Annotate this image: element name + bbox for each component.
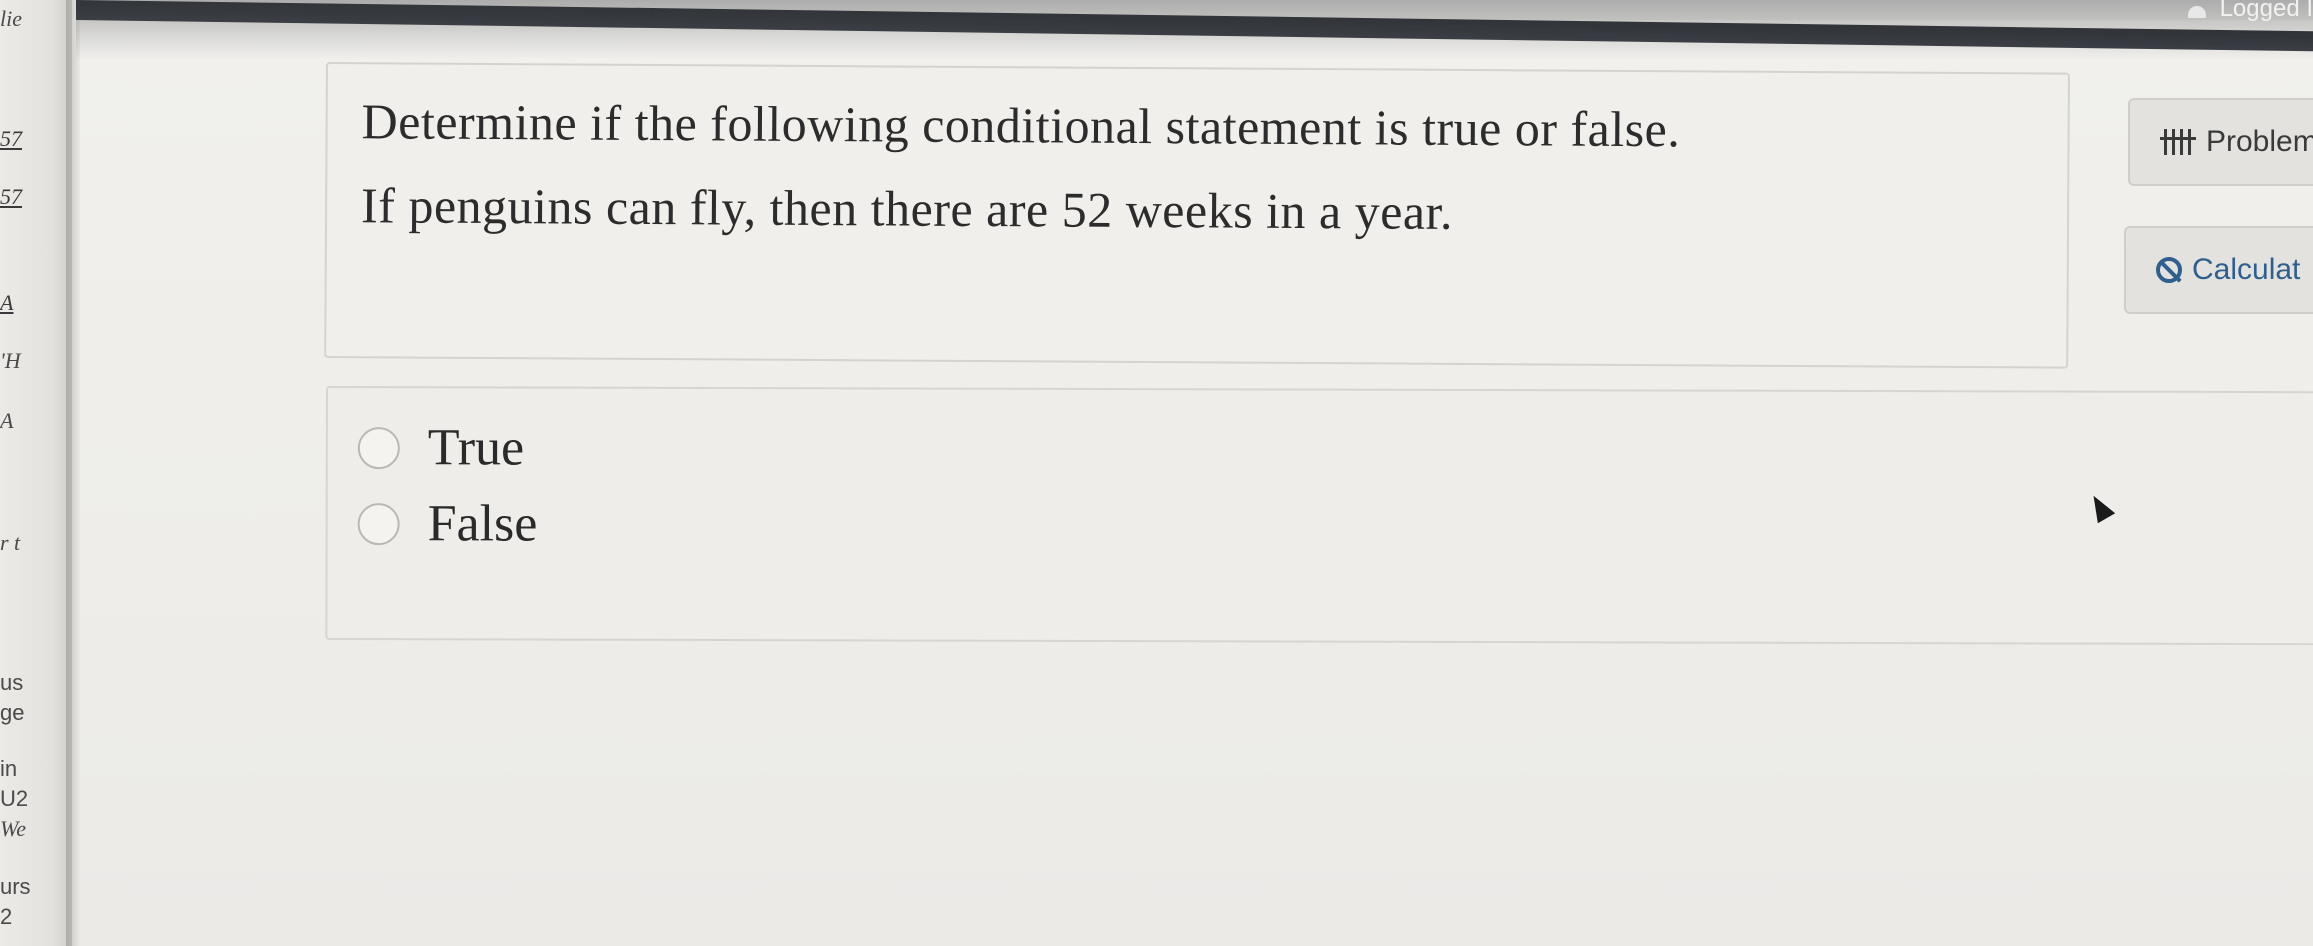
sidebar-fragment: r t	[0, 530, 21, 555]
user-icon	[2184, 0, 2210, 18]
answer-option-label: False	[427, 495, 538, 553]
ban-icon	[2156, 257, 2182, 283]
calculator-button[interactable]: Calculat	[2124, 226, 2313, 314]
sidebar-fragment: in	[0, 756, 18, 781]
sidebar-fragment: U2	[0, 786, 29, 811]
logged-in-label: Logged I	[2219, 0, 2313, 22]
problem-button[interactable]: Problem	[2128, 98, 2313, 186]
problem-button-label: Problem	[2206, 125, 2313, 158]
sidebar-link[interactable]: 57	[0, 184, 22, 210]
tally-icon	[2160, 129, 2196, 155]
sidebar-fragment: 2	[0, 904, 13, 929]
answer-option-label: True	[427, 419, 525, 477]
sidebar-shadow	[66, 0, 80, 946]
radio-button[interactable]	[357, 426, 400, 469]
sidebar-fragment: ge	[0, 700, 25, 725]
question-prompt: Determine if the following conditional s…	[361, 93, 1681, 158]
question-panel: Determine if the following conditional s…	[324, 62, 2070, 369]
left-sidebar: lie 57 57 A 'H A r t us ge in U2 We urs …	[0, 0, 72, 946]
sidebar-fragment: us	[0, 670, 24, 695]
sidebar-fragment: lie	[0, 6, 22, 31]
calculator-button-label: Calculat	[2192, 253, 2301, 286]
question-statement: If penguins can fly, then there are 52 w…	[360, 177, 1454, 240]
sidebar-fragment: We	[0, 816, 27, 841]
sidebar-link[interactable]: 57	[0, 126, 22, 152]
sidebar-fragment: 'H	[0, 348, 21, 373]
radio-button[interactable]	[357, 502, 400, 545]
answer-panel: True False	[325, 386, 2313, 646]
sidebar-link[interactable]: A	[0, 290, 13, 316]
logged-in-indicator[interactable]: Logged I	[2184, 0, 2313, 24]
sidebar-fragment: A	[0, 408, 14, 433]
answer-option-true[interactable]: True	[357, 418, 525, 477]
sidebar-fragment: urs	[0, 874, 31, 899]
answer-option-false[interactable]: False	[357, 494, 538, 553]
